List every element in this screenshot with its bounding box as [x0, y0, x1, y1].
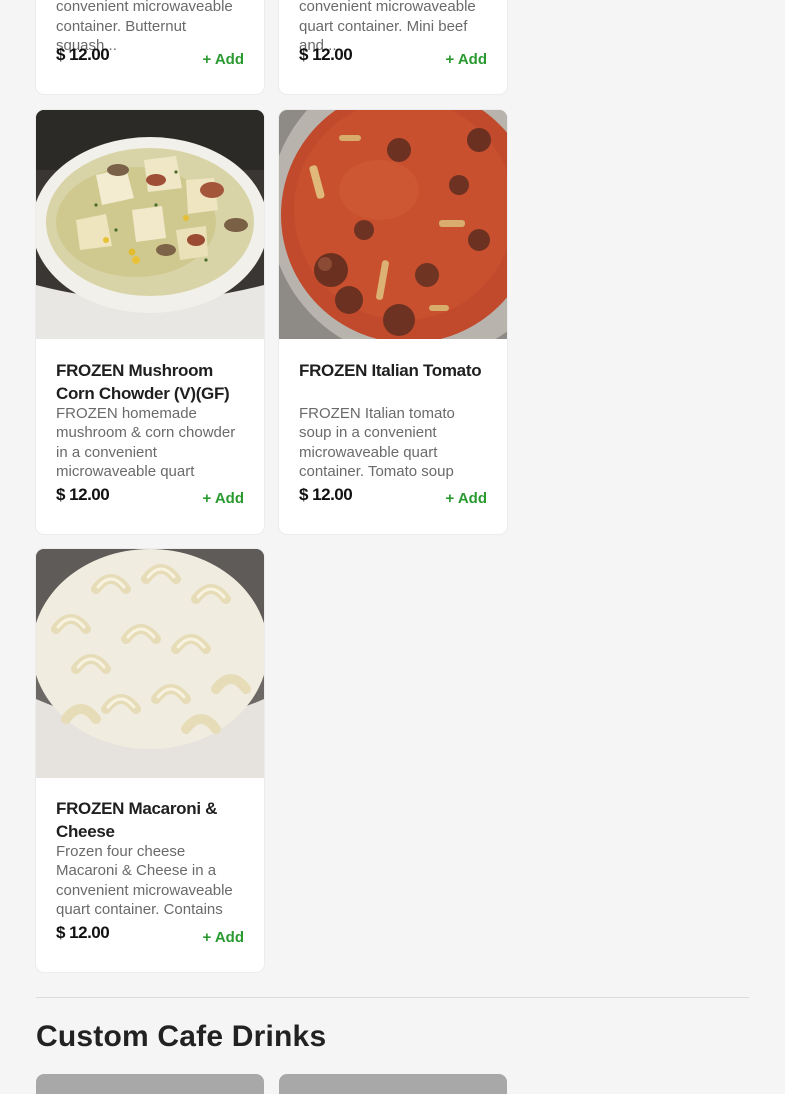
item-price: $ 12.00: [56, 45, 110, 64]
menu-item-card[interactable]: FROZEN Macaroni & Cheese Frozen four che…: [36, 549, 264, 972]
add-button[interactable]: + Add: [202, 51, 244, 68]
item-image: [279, 110, 507, 339]
item-price: $ 12.00: [299, 485, 353, 504]
section-title: Custom Cafe Drinks: [36, 1020, 327, 1053]
menu-item-card[interactable]: [36, 1074, 264, 1094]
item-price: $ 12.00: [299, 45, 353, 64]
item-title: FROZEN Italian Tomato: [299, 361, 482, 380]
add-button[interactable]: + Add: [202, 929, 244, 946]
section-divider: [36, 997, 749, 998]
menu-item-card[interactable]: [279, 1074, 507, 1094]
item-title: FROZEN Mushroom Corn Chowder (V)(GF): [56, 361, 230, 403]
menu-item-card[interactable]: FROZEN Italian Tomato FROZEN Italian tom…: [279, 110, 507, 534]
add-button[interactable]: + Add: [445, 51, 487, 68]
add-button[interactable]: + Add: [445, 490, 487, 507]
item-image: [36, 549, 264, 778]
add-button[interactable]: + Add: [202, 490, 244, 507]
menu-item-card[interactable]: FROZEN Mushroom Corn Chowder (V)(GF) FRO…: [36, 110, 264, 534]
item-price: $ 12.00: [56, 923, 110, 942]
item-description: Frozen four cheese Macaroni & Cheese in …: [56, 843, 233, 918]
menu-item-card[interactable]: Italian wedding soup in a convenient mic…: [279, 0, 507, 94]
item-description: FROZEN homemade mushroom & corn chowder …: [56, 405, 236, 480]
item-image: [36, 110, 264, 339]
item-title: FROZEN Macaroni & Cheese: [56, 799, 218, 841]
item-description: FROZEN Italian tomato soup in a convenie…: [299, 405, 455, 480]
menu-item-card[interactable]: butternut squash soup in a convenient mi…: [36, 0, 264, 94]
item-price: $ 12.00: [56, 485, 110, 504]
